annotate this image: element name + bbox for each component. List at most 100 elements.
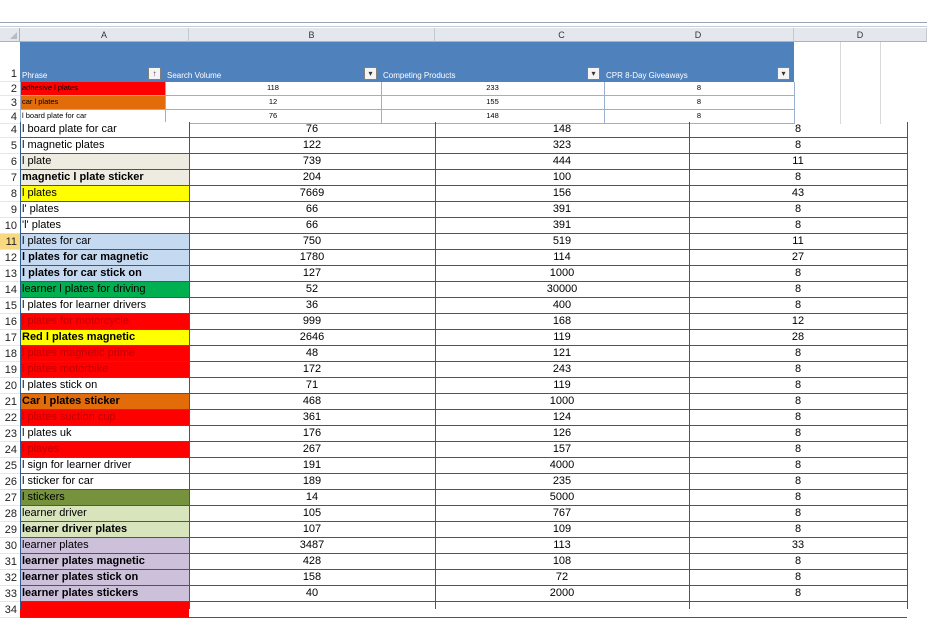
- row-comp-cell[interactable]: 108: [435, 554, 689, 570]
- row-give-cell[interactable]: 11: [689, 234, 907, 250]
- row-header[interactable]: 2: [0, 82, 20, 96]
- row-give-cell[interactable]: 8: [689, 282, 907, 298]
- row-header[interactable]: 15: [0, 298, 20, 314]
- row-comp-cell[interactable]: 243: [435, 362, 689, 378]
- small-row-vol-cell[interactable]: 118: [165, 82, 381, 96]
- row-vol-cell[interactable]: 7669: [189, 186, 435, 202]
- row-header[interactable]: 31: [0, 554, 20, 570]
- select-all-corner[interactable]: [0, 28, 20, 42]
- row-phrase-cell[interactable]: l plates for car stick on: [20, 266, 189, 282]
- row-phrase-cell[interactable]: l plates for car magnetic: [20, 250, 189, 266]
- row-header[interactable]: 8: [0, 186, 20, 202]
- row-phrase-cell[interactable]: l board plate for car: [20, 122, 189, 138]
- row-give-cell[interactable]: 8: [689, 170, 907, 186]
- row-give-cell[interactable]: 43: [689, 186, 907, 202]
- row-comp-cell[interactable]: 109: [435, 522, 689, 538]
- filter-dropdown-icon[interactable]: ▾: [364, 67, 377, 80]
- row-comp-cell[interactable]: 126: [435, 426, 689, 442]
- row-vol-cell[interactable]: 66: [189, 202, 435, 218]
- small-row-phrase-cell[interactable]: adhesive l plates: [20, 82, 165, 96]
- row-header-1[interactable]: 1: [0, 42, 20, 82]
- row-vol-cell[interactable]: 76: [189, 122, 435, 138]
- row-header[interactable]: 23: [0, 426, 20, 442]
- row-vol-cell[interactable]: 14: [189, 490, 435, 506]
- row-give-cell[interactable]: 8: [689, 554, 907, 570]
- row-phrase-cell[interactable]: l plates stick on: [20, 378, 189, 394]
- row-comp-cell[interactable]: 1000: [435, 266, 689, 282]
- row-phrase-cell[interactable]: l sign for learner driver: [20, 458, 189, 474]
- row-comp-cell[interactable]: 156: [435, 186, 689, 202]
- row-vol-cell[interactable]: 750: [189, 234, 435, 250]
- row-give-cell[interactable]: [689, 602, 907, 618]
- row-comp-cell[interactable]: 119: [435, 378, 689, 394]
- row-header[interactable]: 16: [0, 314, 20, 330]
- small-row-comp-cell[interactable]: 233: [381, 82, 604, 96]
- filter-dropdown-icon[interactable]: ▾: [777, 67, 790, 80]
- row-give-cell[interactable]: 8: [689, 202, 907, 218]
- row-header[interactable]: 17: [0, 330, 20, 346]
- row-header[interactable]: 13: [0, 266, 20, 282]
- row-phrase-cell[interactable]: l plates for learner drivers: [20, 298, 189, 314]
- row-comp-cell[interactable]: 391: [435, 202, 689, 218]
- row-give-cell[interactable]: 11: [689, 154, 907, 170]
- row-vol-cell[interactable]: [189, 602, 435, 618]
- row-header[interactable]: 29: [0, 522, 20, 538]
- row-vol-cell[interactable]: 176: [189, 426, 435, 442]
- row-header[interactable]: 30: [0, 538, 20, 554]
- row-vol-cell[interactable]: 3487: [189, 538, 435, 554]
- row-phrase-cell[interactable]: learner l plates for driving: [20, 282, 189, 298]
- row-vol-cell[interactable]: 66: [189, 218, 435, 234]
- row-comp-cell[interactable]: 235: [435, 474, 689, 490]
- sort-filter-icon[interactable]: ↑: [148, 67, 161, 80]
- row-header[interactable]: 33: [0, 586, 20, 602]
- row-give-cell[interactable]: 33: [689, 538, 907, 554]
- row-vol-cell[interactable]: 52: [189, 282, 435, 298]
- row-header[interactable]: 6: [0, 154, 20, 170]
- row-comp-cell[interactable]: 100: [435, 170, 689, 186]
- row-vol-cell[interactable]: 122: [189, 138, 435, 154]
- row-give-cell[interactable]: 8: [689, 490, 907, 506]
- row-give-cell[interactable]: 28: [689, 330, 907, 346]
- row-phrase-cell[interactable]: l magnetic plates: [20, 138, 189, 154]
- row-phrase-cell[interactable]: 'l' plates: [20, 218, 189, 234]
- row-give-cell[interactable]: 8: [689, 378, 907, 394]
- row-phrase-cell[interactable]: learner plates stickers: [20, 586, 189, 602]
- small-row-give-cell[interactable]: 8: [604, 96, 794, 110]
- row-vol-cell[interactable]: 40: [189, 586, 435, 602]
- column-header-2[interactable]: B: [189, 28, 435, 42]
- row-phrase-cell[interactable]: l sticker for car: [20, 474, 189, 490]
- row-phrase-cell[interactable]: l plates suction cup: [20, 410, 189, 426]
- row-header[interactable]: 4: [0, 122, 20, 138]
- row-give-cell[interactable]: 8: [689, 138, 907, 154]
- row-phrase-cell[interactable]: l plates for motorcycle: [20, 314, 189, 330]
- row-vol-cell[interactable]: 361: [189, 410, 435, 426]
- small-row-give-cell[interactable]: 8: [604, 82, 794, 96]
- row-vol-cell[interactable]: 739: [189, 154, 435, 170]
- row-phrase-cell[interactable]: l' plates: [20, 202, 189, 218]
- row-header[interactable]: 20: [0, 378, 20, 394]
- row-phrase-cell[interactable]: Red l plates magnetic: [20, 330, 189, 346]
- row-vol-cell[interactable]: 36: [189, 298, 435, 314]
- row-phrase-cell[interactable]: learner plates: [20, 538, 189, 554]
- row-vol-cell[interactable]: 267: [189, 442, 435, 458]
- row-comp-cell[interactable]: 121: [435, 346, 689, 362]
- row-comp-cell[interactable]: 444: [435, 154, 689, 170]
- row-give-cell[interactable]: 8: [689, 426, 907, 442]
- small-row-vol-cell[interactable]: 12: [165, 96, 381, 110]
- row-header[interactable]: 22: [0, 410, 20, 426]
- row-vol-cell[interactable]: 127: [189, 266, 435, 282]
- row-vol-cell[interactable]: 1780: [189, 250, 435, 266]
- row-header[interactable]: 28: [0, 506, 20, 522]
- small-row-comp-cell[interactable]: 155: [381, 96, 604, 110]
- row-give-cell[interactable]: 8: [689, 298, 907, 314]
- row-comp-cell[interactable]: 5000: [435, 490, 689, 506]
- row-give-cell[interactable]: 8: [689, 362, 907, 378]
- row-vol-cell[interactable]: 172: [189, 362, 435, 378]
- row-comp-cell[interactable]: 400: [435, 298, 689, 314]
- small-row-phrase-cell[interactable]: car l plates: [20, 96, 165, 110]
- row-vol-cell[interactable]: 71: [189, 378, 435, 394]
- row-vol-cell[interactable]: 158: [189, 570, 435, 586]
- row-comp-cell[interactable]: 157: [435, 442, 689, 458]
- row-header[interactable]: 18: [0, 346, 20, 362]
- row-vol-cell[interactable]: 999: [189, 314, 435, 330]
